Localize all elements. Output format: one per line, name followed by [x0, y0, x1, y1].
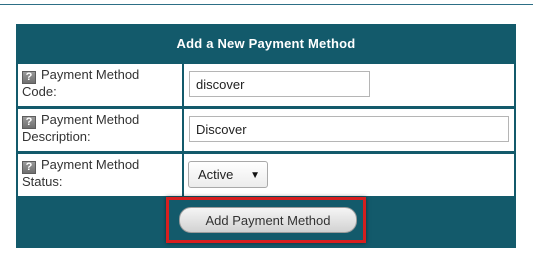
status-row: ? Payment Method Status: Active ▼ — [16, 153, 516, 197]
status-label-line2: Status: — [22, 174, 63, 189]
code-label-line2: Code: — [22, 84, 57, 99]
description-row: ? Payment Method Description: — [16, 108, 516, 152]
payment-method-code-input[interactable] — [189, 71, 370, 97]
help-icon[interactable]: ? — [22, 161, 36, 174]
code-value-cell — [184, 64, 514, 106]
code-row: ? Payment Method Code: — [16, 63, 516, 107]
payment-method-description-input[interactable] — [189, 116, 509, 142]
add-payment-method-form: Add a New Payment Method ? Payment Method… — [16, 24, 516, 248]
description-label: ? Payment Method Description: — [18, 109, 182, 151]
submit-highlight-frame: Add Payment Method — [166, 197, 366, 243]
dropdown-arrow-icon: ▼ — [250, 170, 260, 181]
payment-method-status-select[interactable]: Active ▼ — [188, 161, 268, 188]
form-title: Add a New Payment Method — [176, 36, 356, 51]
help-icon[interactable]: ? — [22, 116, 36, 129]
add-payment-method-button[interactable]: Add Payment Method — [179, 207, 357, 233]
description-label-line2: Description: — [22, 129, 91, 144]
help-icon[interactable]: ? — [22, 71, 36, 84]
description-value-cell — [184, 109, 514, 151]
top-divider — [0, 0, 533, 5]
description-label-line1: Payment Method — [41, 112, 140, 127]
status-value-cell: Active ▼ — [184, 154, 514, 196]
status-selected-value: Active — [198, 167, 234, 182]
code-label-line1: Payment Method — [41, 67, 140, 82]
status-label-line1: Payment Method — [41, 157, 140, 172]
status-label: ? Payment Method Status: — [18, 154, 182, 196]
code-label: ? Payment Method Code: — [18, 64, 182, 106]
